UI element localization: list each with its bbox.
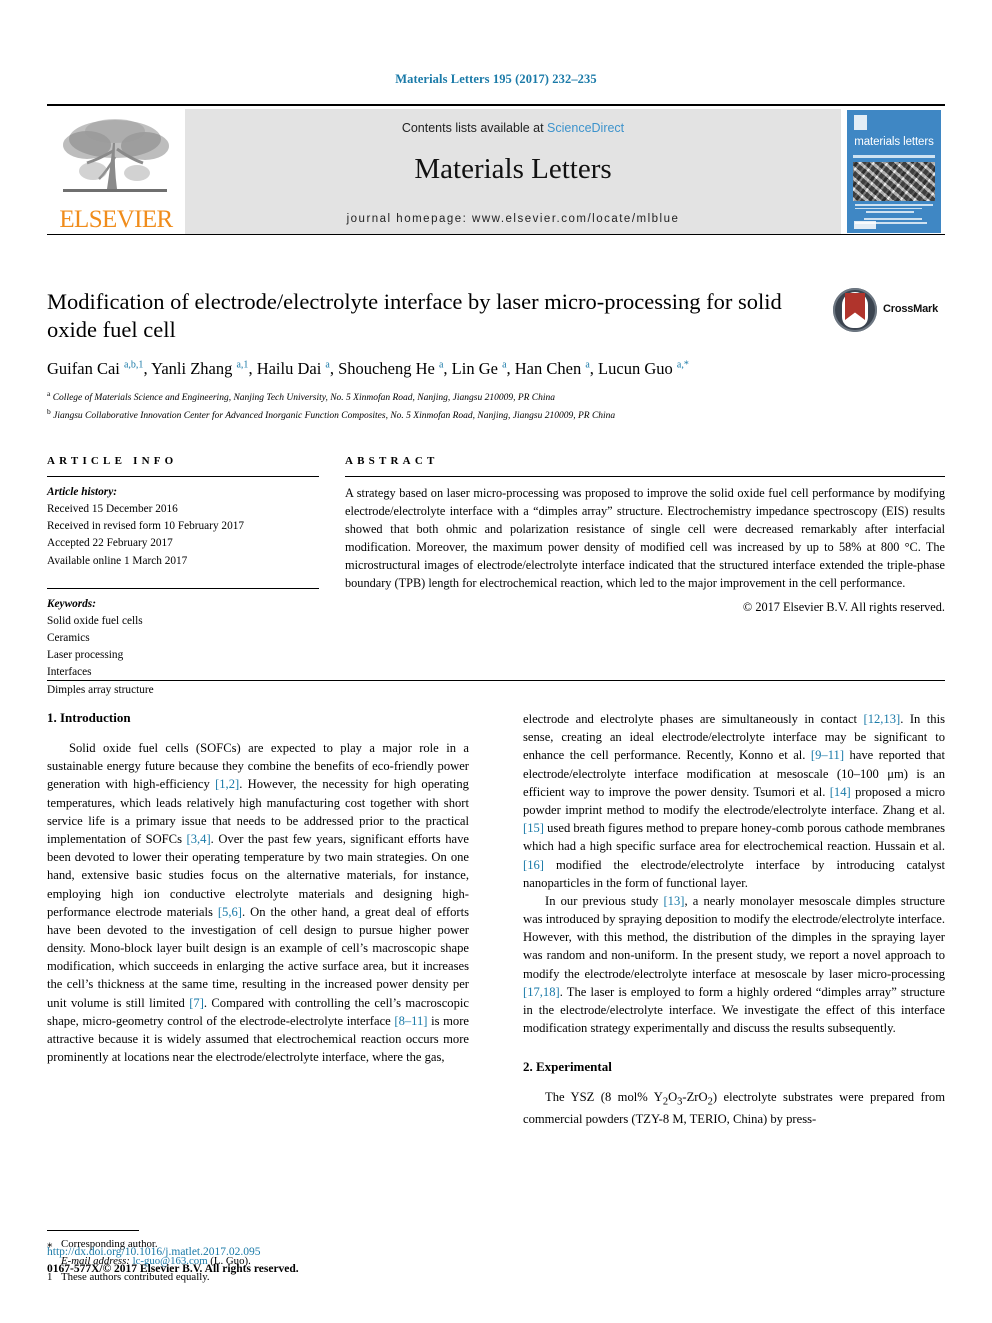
abstract-text: A strategy based on laser micro-processi…: [345, 486, 945, 590]
contents-available-line: Contents lists available at ScienceDirec…: [185, 121, 841, 135]
body-divider: [47, 680, 945, 681]
affiliation-a: a College of Materials Science and Engin…: [47, 388, 556, 403]
keyword-item: Ceramics: [47, 632, 90, 645]
left-column: 1. Introduction Solid oxide fuel cells (…: [47, 710, 469, 1285]
cover-micrograph-image: [853, 162, 935, 201]
journal-cover-thumbnail: materials letters: [841, 109, 945, 234]
crossmark-icon: [833, 288, 877, 332]
running-head: Materials Letters 195 (2017) 232–235: [395, 72, 597, 86]
right-column: electrode and electrolyte phases are sim…: [523, 710, 945, 1285]
info-abstract-region: ARTICLE INFO Article history: Received 1…: [47, 455, 945, 699]
issn-copyright: 0167-577X/© 2017 Elsevier B.V. All right…: [47, 1262, 299, 1275]
doi-link[interactable]: http://dx.doi.org/10.1016/j.matlet.2017.…: [47, 1244, 477, 1261]
title-block: CrossMark Modification of electrode/elec…: [47, 288, 945, 423]
article-page: Materials Letters 195 (2017) 232–235 ELS…: [0, 0, 992, 1323]
affiliation-b: b Jiangsu Collaborative Innovation Cente…: [47, 406, 616, 421]
abstract-column: ABSTRACT A strategy based on laser micro…: [345, 455, 945, 699]
sciencedirect-link[interactable]: ScienceDirect: [547, 121, 624, 135]
affiliation-a-text: College of Materials Science and Enginee…: [52, 392, 556, 403]
footnote-rule: [47, 1230, 139, 1232]
section-heading-experimental: 2. Experimental: [523, 1059, 612, 1075]
history-item: Received in revised form 10 February 201…: [47, 520, 245, 533]
article-history: Article history: Received 15 December 20…: [47, 477, 319, 570]
author-list: Guifan Cai a,b,1, Yanli Zhang a,1, Hailu…: [47, 358, 689, 378]
body-columns: 1. Introduction Solid oxide fuel cells (…: [47, 710, 945, 1285]
section-heading-introduction: 1. Introduction: [47, 710, 131, 725]
citation-ref[interactable]: [12,13]: [864, 712, 901, 726]
experimental-paragraph: The YSZ (8 mol% Y2O3-ZrO2) electrolyte s…: [523, 1090, 945, 1127]
history-item: Received 15 December 2016: [47, 503, 178, 516]
citation-ref[interactable]: [16]: [523, 858, 544, 872]
keyword-item: Dimples array structure: [47, 683, 154, 696]
citation-ref[interactable]: [8–11]: [394, 1014, 427, 1028]
keyword-item: Interfaces: [47, 666, 92, 679]
citation-ref[interactable]: [5,6]: [218, 905, 242, 919]
contents-prefix: Contents lists available at: [401, 121, 548, 135]
citation-ref[interactable]: [7]: [189, 996, 204, 1010]
elsevier-tree-icon: [63, 119, 169, 192]
history-item: Available online 1 March 2017: [47, 554, 188, 567]
citation-ref[interactable]: [9–11]: [811, 748, 844, 762]
abstract-copyright: © 2017 Elsevier B.V. All rights reserved…: [742, 599, 945, 614]
keywords-label: Keywords:: [47, 597, 96, 610]
crossmark-badge[interactable]: CrossMark: [833, 288, 945, 336]
article-info-heading: ARTICLE INFO: [47, 455, 178, 467]
affiliation-b-text: Jiangsu Collaborative Innovation Center …: [53, 410, 616, 421]
article-history-label: Article history:: [47, 486, 117, 498]
elsevier-logo: ELSEVIER: [47, 109, 185, 234]
crossmark-label: CrossMark: [883, 303, 939, 315]
journal-homepage-link[interactable]: journal homepage: www.elsevier.com/locat…: [185, 213, 841, 225]
affiliations: a College of Materials Science and Engin…: [47, 388, 945, 424]
abstract-heading: ABSTRACT: [345, 455, 439, 467]
citation-ref[interactable]: [1,2]: [215, 777, 239, 791]
keywords-block: Keywords: Solid oxide fuel cells Ceramic…: [47, 587, 319, 699]
page-title: Modification of electrode/electrolyte in…: [47, 289, 782, 343]
masthead-center-panel: Contents lists available at ScienceDirec…: [185, 109, 841, 234]
cover-elsevier-mark-icon: [854, 115, 867, 130]
history-item: Accepted 22 February 2017: [47, 537, 173, 550]
citation-ref[interactable]: [14]: [830, 785, 851, 799]
journal-name: Materials Letters: [414, 153, 612, 185]
citation-ref[interactable]: [15]: [523, 821, 544, 835]
citation-ref[interactable]: [3,4]: [187, 832, 211, 846]
article-info-column: ARTICLE INFO Article history: Received 1…: [47, 455, 319, 699]
intro-paragraph: Solid oxide fuel cells (SOFCs) are expec…: [47, 741, 470, 1065]
citation-ref[interactable]: [17,18]: [523, 985, 560, 999]
keyword-item: Laser processing: [47, 649, 124, 662]
cover-journal-title: materials letters: [854, 136, 934, 148]
doi-block: http://dx.doi.org/10.1016/j.matlet.2017.…: [47, 1244, 477, 1277]
previous-study-paragraph: In our previous study [13], a nearly mon…: [523, 893, 945, 1036]
journal-masthead: ELSEVIER Contents lists available at Sci…: [47, 104, 945, 235]
cover-footer-mark: [854, 221, 876, 229]
citation-ref[interactable]: [13]: [663, 894, 684, 908]
intro-paragraph-continued: electrode and electrolyte phases are sim…: [523, 712, 945, 890]
elsevier-wordmark: ELSEVIER: [59, 206, 173, 233]
keyword-item: Solid oxide fuel cells: [47, 614, 143, 627]
cover-divider: [853, 155, 935, 158]
